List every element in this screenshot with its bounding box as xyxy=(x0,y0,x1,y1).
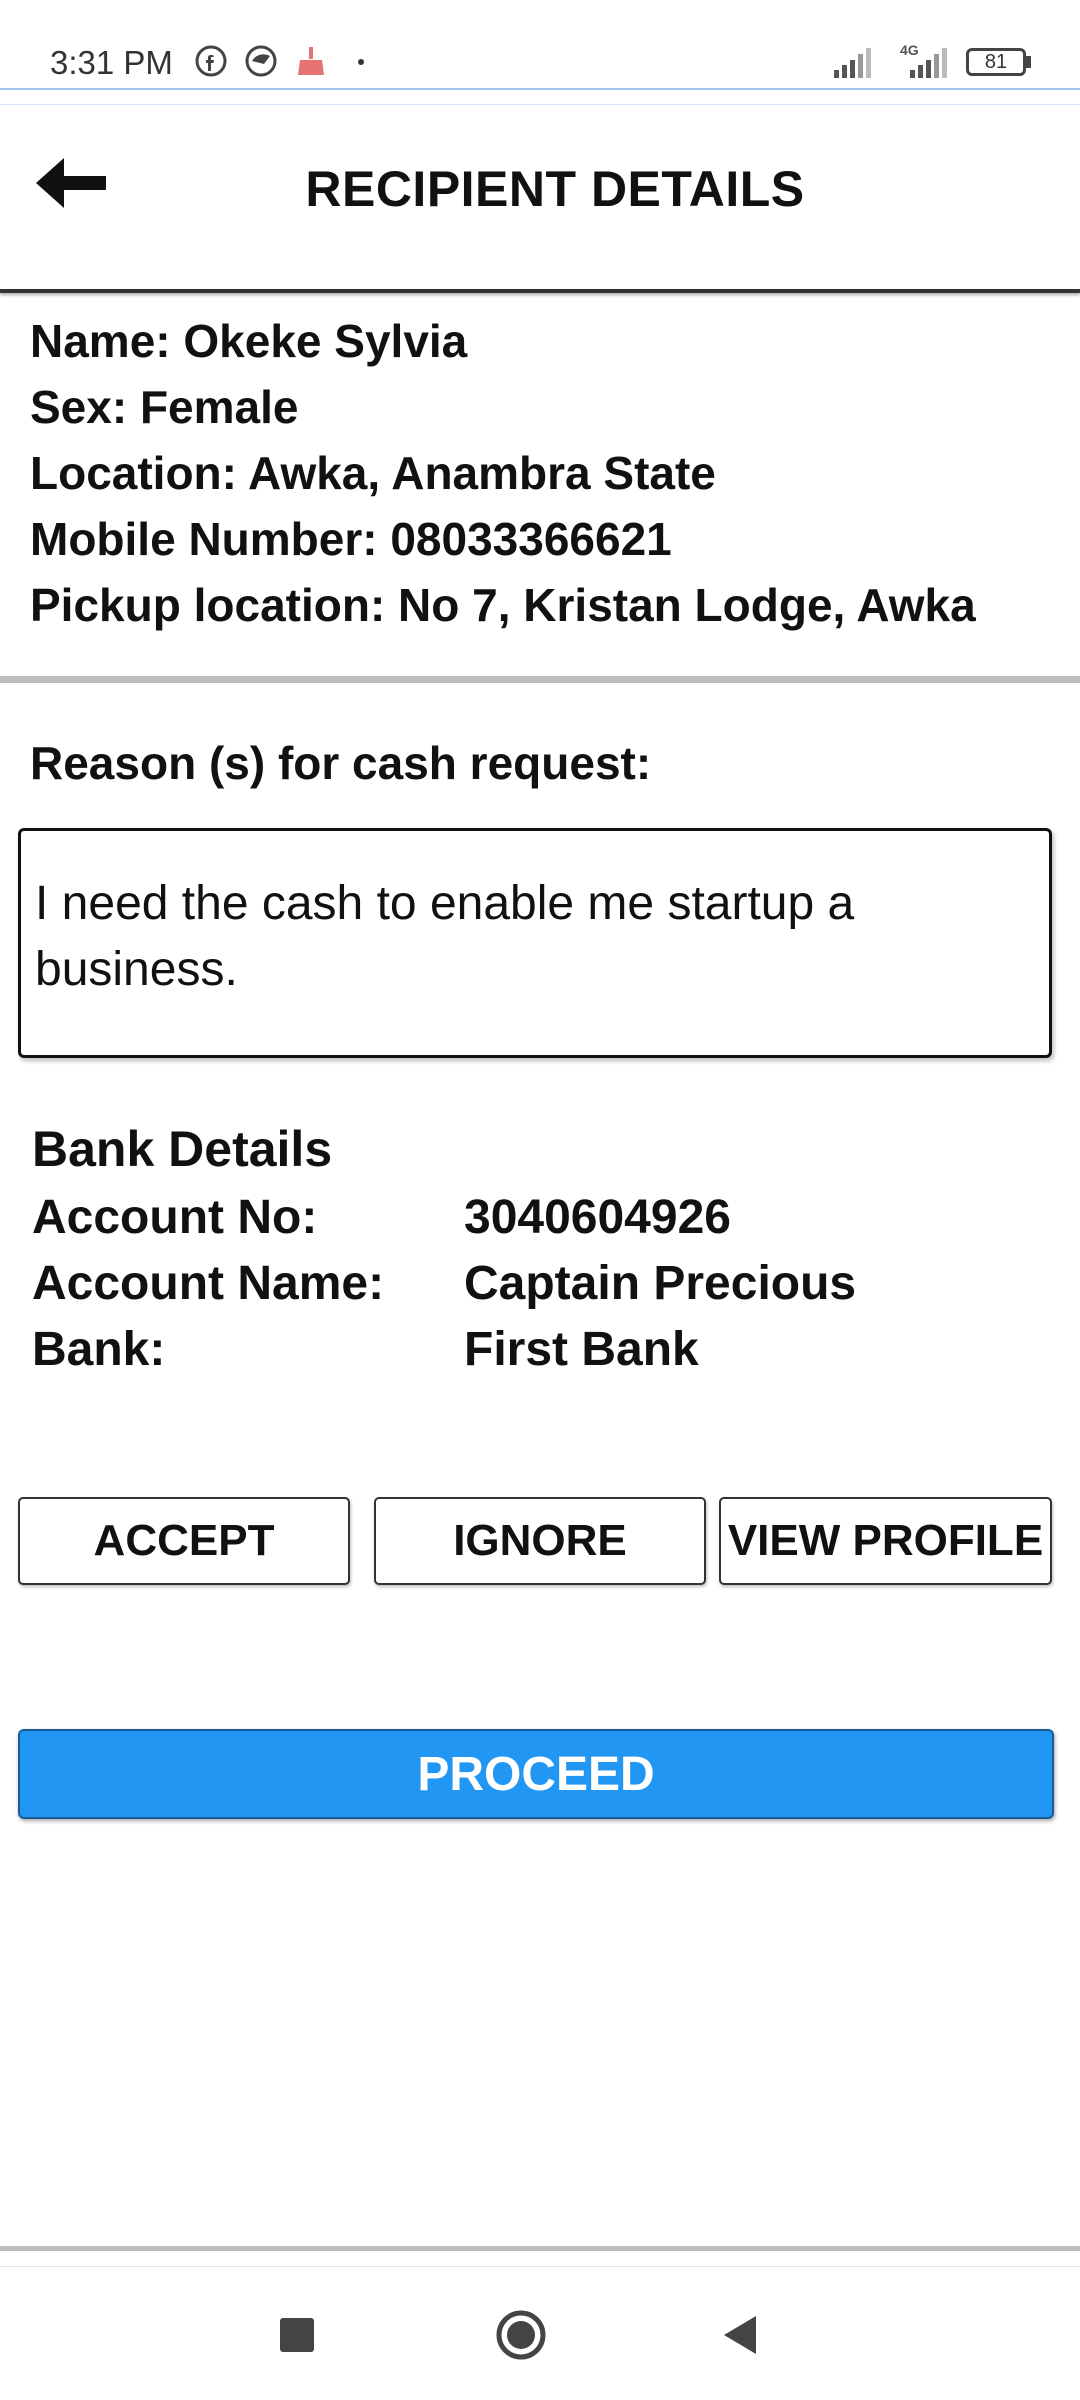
page-title: RECIPIENT DETAILS xyxy=(305,161,805,217)
nav-divider-light xyxy=(0,2266,1080,2267)
recipient-sex: Sex: Female xyxy=(30,381,299,433)
status-divider-light xyxy=(0,104,1080,105)
signal-4g-icon xyxy=(910,48,947,78)
accept-button[interactable]: ACCEPT xyxy=(18,1497,350,1585)
recipient-location: Location: Awka, Anambra State xyxy=(30,447,716,499)
proceed-button[interactable]: PROCEED xyxy=(18,1729,1054,1819)
header-divider xyxy=(0,289,1080,293)
section-divider xyxy=(0,676,1080,683)
bank-value: First Bank xyxy=(464,1323,699,1376)
battery-tip xyxy=(1026,56,1031,68)
battery-level: 81 xyxy=(984,50,1008,73)
recents-square-icon[interactable] xyxy=(262,2300,332,2370)
cleaner-icon xyxy=(298,47,324,75)
status-time: 3:31 PM xyxy=(50,44,173,81)
bank-label: Bank: xyxy=(32,1323,166,1376)
reason-text-box: I need the cash to enable me startup a b… xyxy=(18,828,1052,1058)
recipient-pickup-location: Pickup location: No 7, Kristan Lodge, Aw… xyxy=(30,579,976,631)
recipient-name: Name: Okeke Sylvia xyxy=(30,315,468,367)
view-profile-button[interactable]: VIEW PROFILE xyxy=(719,1497,1052,1585)
signal-icon xyxy=(834,48,871,78)
home-circle-icon[interactable] xyxy=(486,2300,556,2370)
account-number-value: 3040604926 xyxy=(464,1191,731,1244)
facebook-icon xyxy=(195,45,227,77)
account-name-label: Account Name: xyxy=(32,1257,385,1310)
browser-icon xyxy=(245,45,277,77)
reason-text: I need the cash to enable me startup a b… xyxy=(35,877,855,996)
dot-icon xyxy=(358,59,364,65)
bank-details-title: Bank Details xyxy=(32,1121,333,1177)
reason-label: Reason (s) for cash request: xyxy=(30,737,652,789)
battery-icon: 81 xyxy=(966,48,1026,76)
ignore-button[interactable]: IGNORE xyxy=(374,1497,706,1585)
recipient-mobile: Mobile Number: 08033366621 xyxy=(30,513,672,565)
account-number-label: Account No: xyxy=(32,1191,318,1244)
nav-divider xyxy=(0,2246,1080,2251)
status-divider xyxy=(0,88,1080,90)
status-bar: 3:31 PM 4G 81 xyxy=(0,0,1080,95)
back-triangle-icon[interactable] xyxy=(706,2300,776,2370)
account-name-value: Captain Precious xyxy=(464,1257,857,1310)
